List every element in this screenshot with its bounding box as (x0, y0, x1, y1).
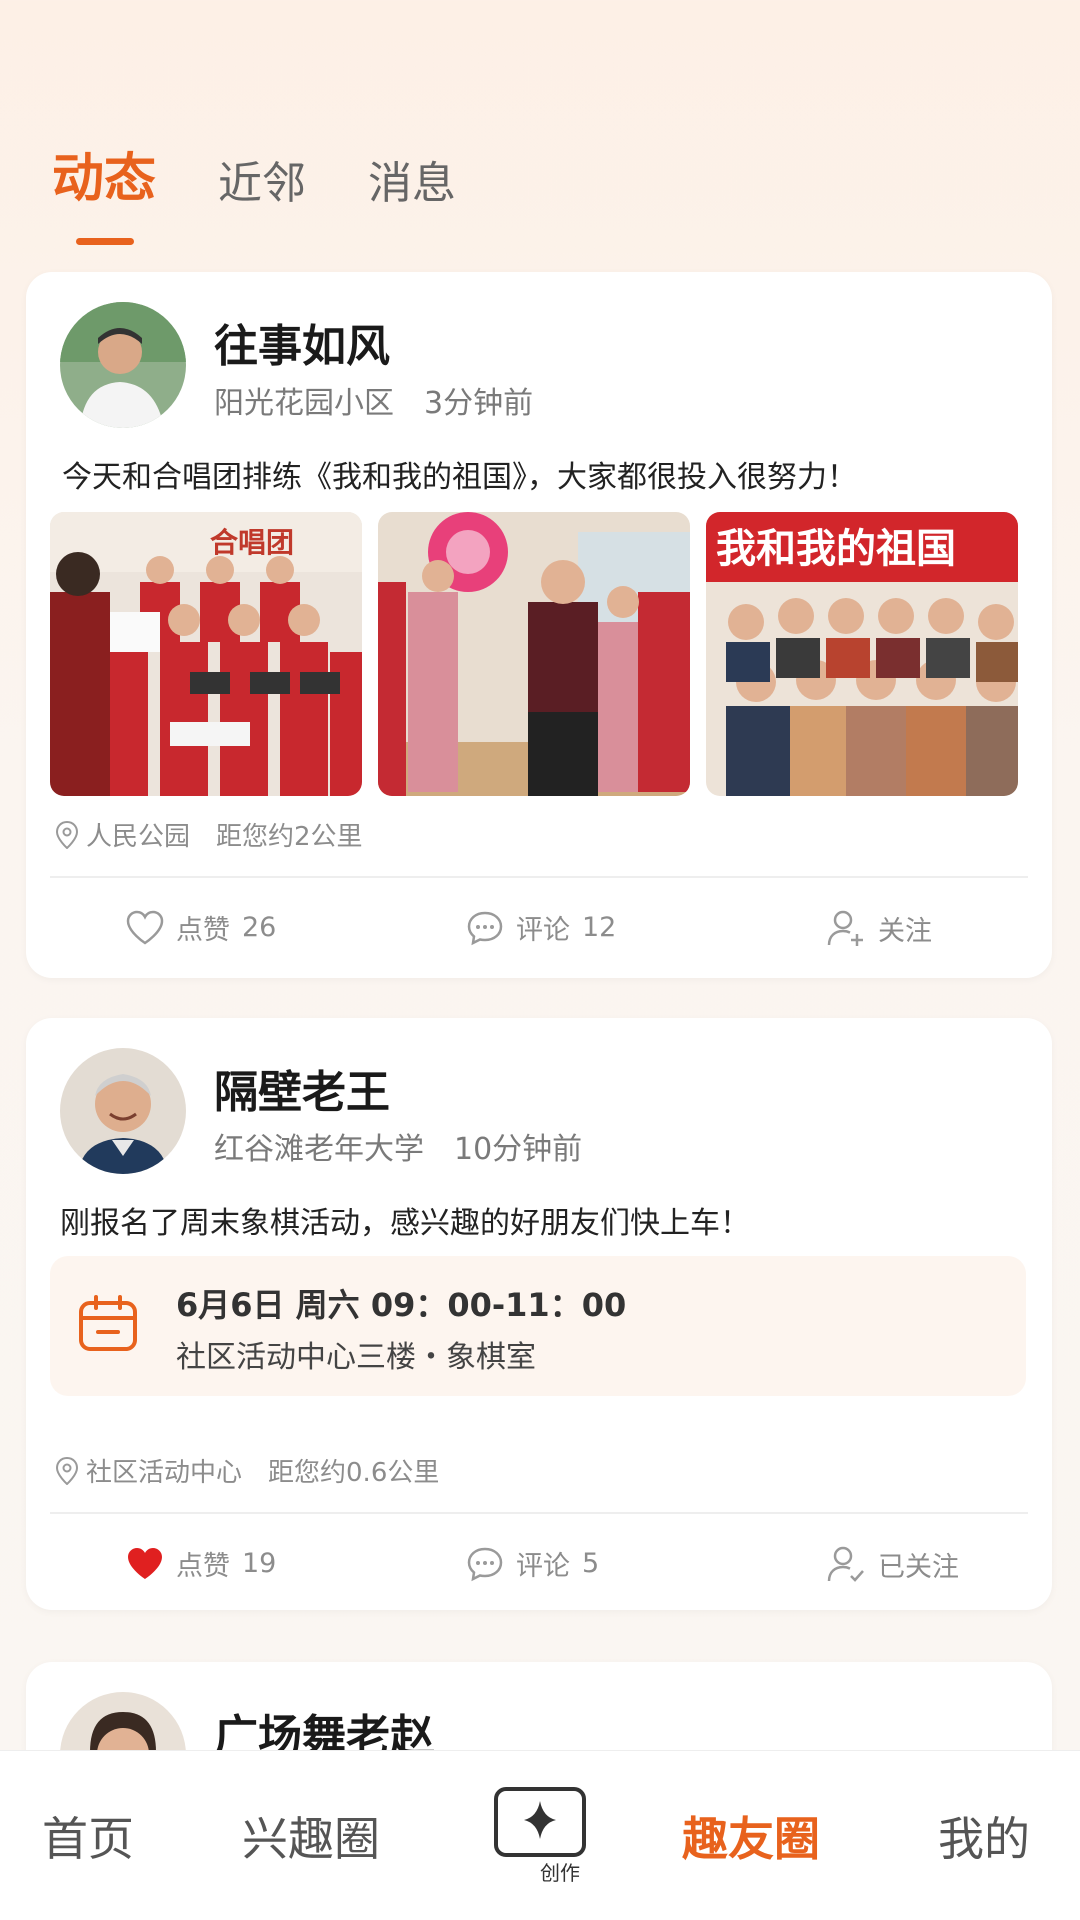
action-bar: 点赞 19 评论 5 已关注 (26, 1516, 1052, 1608)
comment-button[interactable]: 评论 12 (466, 908, 616, 947)
comment-label: 评论 (516, 1551, 570, 1582)
add-user-icon (827, 910, 863, 946)
follow-button[interactable]: 关注 (826, 908, 932, 948)
photo-caption: 合唱团 (210, 526, 294, 559)
tab-dynamic[interactable]: 动态 (52, 136, 157, 245)
photo-banner-text: 我和我的祖国 (716, 526, 956, 572)
top-tabs: 动态 近邻 消息 (52, 136, 456, 245)
post-card[interactable]: 隔壁老王 红谷滩老年大学 10分钟前 刚报名了周末象棋活动，感兴趣的好朋友们快上… (26, 1018, 1052, 1610)
like-count: 26 (242, 912, 277, 943)
location-pin-icon (56, 1456, 78, 1485)
comment-count: 12 (582, 912, 617, 943)
post-text: 刚报名了周末象棋活动，感兴趣的好朋友们快上车！ (60, 1206, 750, 1241)
tab-active-underline (76, 238, 134, 245)
tab-neighbors-label: 近邻 (218, 158, 307, 209)
comment-button[interactable]: 评论 5 (466, 1544, 599, 1583)
location-distance: 距您约2公里 (216, 822, 363, 852)
post-time: 10分钟前 (454, 1132, 583, 1167)
tab-messages[interactable]: 消息 (368, 147, 456, 211)
post-meta: 阳光花园小区 3分钟前 (214, 378, 533, 422)
nav-mine[interactable]: 我的 (938, 1803, 1030, 1869)
avatar[interactable] (60, 1048, 186, 1174)
location-name: 人民公园 (86, 822, 191, 852)
comment-bubble-icon (467, 911, 503, 945)
comment-count: 5 (582, 1548, 600, 1579)
comment-label: 评论 (516, 915, 570, 946)
like-button[interactable]: 点赞 19 (126, 1544, 276, 1583)
user-check-icon (827, 1546, 864, 1582)
create-label: 创作 (540, 1861, 580, 1885)
photo-choir[interactable]: 合唱团 (50, 512, 362, 796)
heart-filled-icon (128, 1547, 162, 1579)
photo-fan-dance[interactable] (378, 512, 690, 796)
community-name: 红谷滩老年大学 (214, 1132, 424, 1167)
post-text: 今天和合唱团排练《我和我的祖国》，大家都很投入很努力！ (62, 460, 857, 495)
username[interactable]: 隔壁老王 (214, 1056, 390, 1120)
follow-label: 已关注 (878, 1551, 959, 1583)
bottom-nav: 首页 兴趣圈 创作 趣友圈 我的 (0, 1750, 1080, 1920)
community-name: 阳光花园小区 (214, 386, 394, 421)
like-label: 点赞 (176, 1551, 230, 1582)
like-button[interactable]: 点赞 26 (126, 908, 276, 947)
tab-dynamic-label: 动态 (52, 149, 157, 209)
username[interactable]: 往事如风 (214, 310, 390, 374)
event-card[interactable]: 6月6日 周六 09：00-11：00 社区活动中心三楼・象棋室 (50, 1256, 1026, 1396)
action-bar: 点赞 26 评论 12 关注 (26, 880, 1052, 972)
nav-interest-circle[interactable]: 兴趣圈 (242, 1803, 380, 1869)
location-pin-icon (56, 820, 78, 849)
post-card[interactable]: 往事如风 阳光花园小区 3分钟前 今天和合唱团排练《我和我的祖国》，大家都很投入… (26, 272, 1052, 978)
divider (50, 876, 1028, 878)
photo-group[interactable]: 我和我的祖国 (706, 512, 1018, 796)
divider (50, 1512, 1028, 1514)
calendar-icon (79, 1295, 137, 1351)
event-place: 社区活动中心三楼・象棋室 (176, 1340, 536, 1375)
like-count: 19 (242, 1548, 277, 1579)
post-meta: 红谷滩老年大学 10分钟前 (214, 1124, 582, 1168)
comment-bubble-icon (467, 1547, 503, 1581)
post-time: 3分钟前 (424, 386, 534, 421)
location-name: 社区活动中心 (86, 1458, 243, 1488)
tab-neighbors[interactable]: 近邻 (218, 147, 306, 211)
avatar[interactable] (60, 302, 186, 428)
nav-friend-circle[interactable]: 趣友圈 (682, 1803, 820, 1869)
heart-outline-icon (126, 910, 164, 944)
event-time: 6月6日 周六 09：00-11：00 (176, 1286, 627, 1324)
followed-button[interactable]: 已关注 (826, 1544, 959, 1584)
nav-home[interactable]: 首页 (42, 1803, 134, 1869)
photo-grid: 合唱团 我和我的祖国 (50, 512, 1018, 796)
tab-messages-label: 消息 (368, 158, 457, 209)
location-distance: 距您约0.6公里 (268, 1458, 440, 1488)
location-row[interactable]: 人民公园 距您约2公里 (56, 816, 363, 853)
create-button[interactable] (494, 1787, 586, 1857)
like-label: 点赞 (176, 915, 230, 946)
sparkle-icon (524, 1801, 556, 1839)
location-row[interactable]: 社区活动中心 距您约0.6公里 (56, 1452, 439, 1489)
follow-label: 关注 (878, 915, 932, 947)
